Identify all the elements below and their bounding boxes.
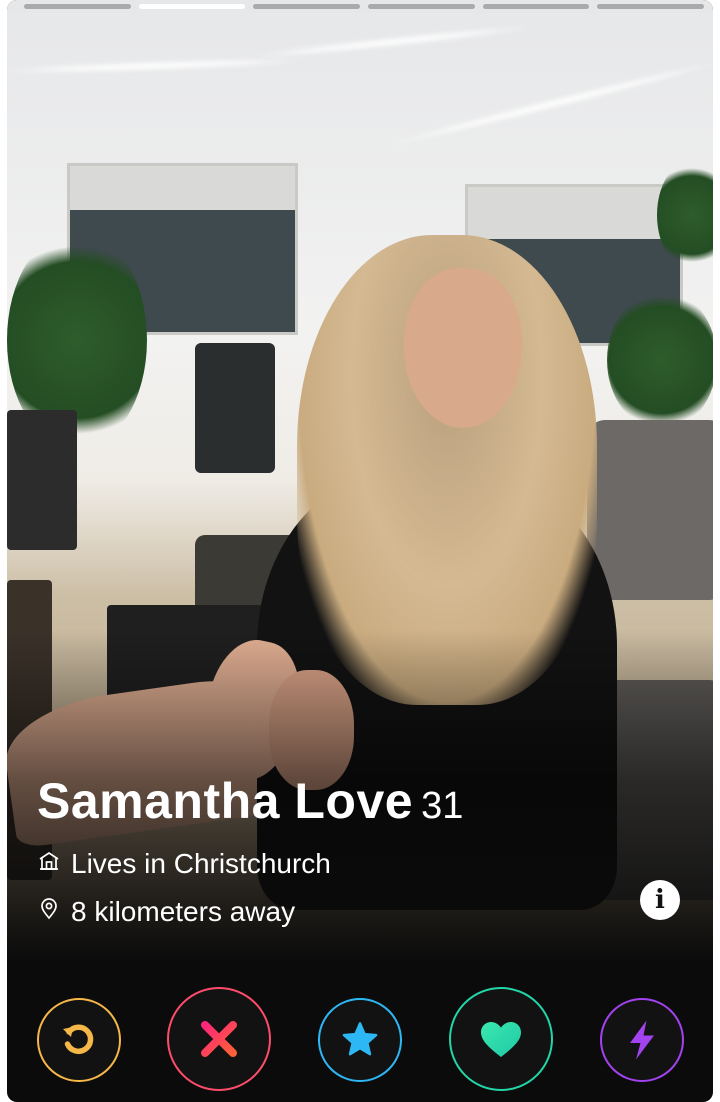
profile-name-row: Samantha Love 31 <box>37 772 463 830</box>
story-progress-bar[interactable] <box>482 4 590 9</box>
boost-button[interactable] <box>600 998 684 1082</box>
story-progress-bars[interactable] <box>24 4 705 9</box>
story-progress-bar[interactable] <box>253 4 361 9</box>
profile-card[interactable]: Samantha Love 31 Lives in Christchurch 8 … <box>7 0 713 1102</box>
lightning-icon <box>624 1019 660 1061</box>
rewind-button[interactable] <box>37 998 121 1082</box>
profile-name: Samantha Love <box>37 773 414 829</box>
nope-button[interactable] <box>167 987 271 1091</box>
home-icon <box>37 848 61 880</box>
story-progress-bar[interactable] <box>597 4 705 9</box>
distance-row: 8 kilometers away <box>37 896 295 928</box>
lives-in-text: Lives in Christchurch <box>71 848 331 879</box>
x-icon <box>195 1015 243 1063</box>
ceiling-light <box>390 60 713 148</box>
plant-right <box>607 290 713 430</box>
distance-text: 8 kilometers away <box>71 896 296 927</box>
story-progress-bar[interactable] <box>24 4 131 9</box>
location-pin-icon <box>37 896 61 928</box>
like-button[interactable] <box>449 987 553 1091</box>
rewind-icon <box>59 1020 99 1060</box>
person-face <box>404 268 522 428</box>
super-like-button[interactable] <box>318 998 402 1082</box>
ceiling-light <box>257 23 527 61</box>
story-progress-bar[interactable] <box>138 4 246 9</box>
sofa-back <box>587 420 713 600</box>
profile-age: 31 <box>421 785 464 827</box>
side-table <box>7 410 77 550</box>
info-button[interactable]: i <box>640 880 680 920</box>
story-progress-bar[interactable] <box>368 4 475 9</box>
action-bar <box>7 985 713 1091</box>
ceiling-light <box>7 56 298 76</box>
chair <box>195 343 275 473</box>
star-icon <box>339 1019 381 1061</box>
lives-in-row: Lives in Christchurch <box>37 848 331 880</box>
heart-icon <box>477 1015 525 1063</box>
